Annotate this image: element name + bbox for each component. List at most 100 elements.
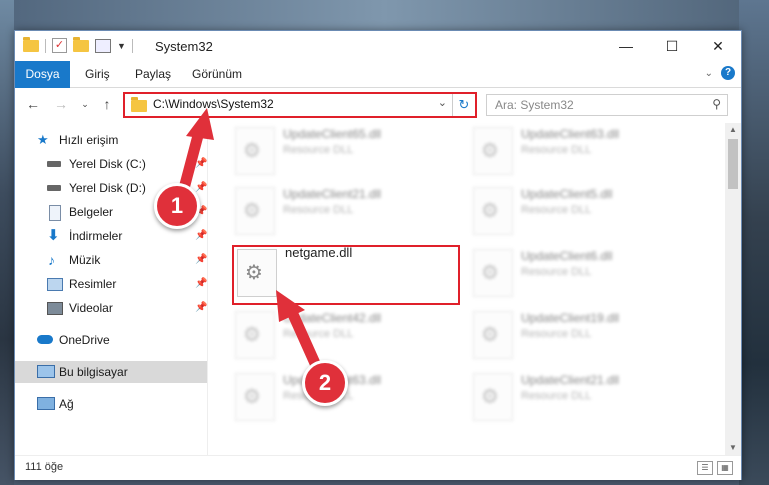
dll-file-icon (473, 187, 513, 235)
sidebar-item-label: Yerel Disk (C:) (69, 157, 146, 171)
maximize-button[interactable]: ☐ (649, 31, 695, 61)
drive-icon (47, 161, 61, 167)
navigation-bar: ← → ⌄ ↑ C:\Windows\System32 ⌄ ↻ Ara: Sys… (15, 88, 741, 120)
file-name: UpdateClient21.dll (283, 187, 382, 201)
sidebar-item-label: Resimler (69, 277, 117, 291)
sidebar-item-label: Ağ (59, 397, 74, 411)
toolbar-separator (131, 38, 133, 53)
help-icon[interactable]: ? (721, 66, 735, 80)
dll-file-icon (473, 249, 513, 297)
desktop-background-top (0, 0, 769, 30)
address-dropdown-chevron-icon[interactable]: ⌄ (438, 96, 447, 109)
address-bar[interactable]: C:\Windows\System32 ⌄ ↻ (123, 92, 477, 118)
rename-icon[interactable] (95, 38, 111, 53)
file-item[interactable]: UpdateClient19.dll Resource DLL (473, 307, 698, 363)
toolbar-separator (45, 38, 46, 53)
file-type: Resource DLL (521, 328, 592, 340)
properties-check-icon[interactable]: ✓ (52, 38, 67, 53)
scroll-down-arrow-icon[interactable]: ▼ (725, 441, 741, 455)
file-highlight-box (232, 245, 460, 305)
file-item[interactable]: UpdateClient63.dll Resource DLL (473, 123, 698, 179)
close-button[interactable]: ✕ (695, 31, 741, 61)
pictures-icon (47, 278, 63, 291)
search-icon[interactable]: ⚲ (712, 97, 721, 111)
sidebar-item-quick-access[interactable]: ★ Hızlı erişim (15, 129, 207, 151)
large-icons-view-icon[interactable]: ▦ (717, 461, 733, 475)
sidebar-item-label: OneDrive (59, 333, 110, 347)
recent-locations-chevron-icon[interactable]: ⌄ (75, 94, 95, 114)
tab-share[interactable]: Paylaş (125, 61, 181, 87)
file-item[interactable]: UpdateClient5.dll Resource DLL (473, 183, 698, 239)
desktop-background-right (739, 0, 769, 485)
dll-file-icon (473, 127, 513, 175)
scroll-thumb[interactable] (728, 139, 738, 189)
new-folder-icon[interactable] (73, 36, 89, 52)
forward-button[interactable]: → (51, 94, 71, 114)
sidebar-item-label: Hızlı erişim (59, 133, 119, 147)
file-item[interactable]: UpdateClient65.dll Resource DLL (235, 123, 460, 179)
pin-icon[interactable]: 📌 (195, 297, 207, 319)
sidebar-item-label: Videolar (69, 301, 113, 315)
details-view-icon[interactable]: ☰ (697, 461, 713, 475)
pin-icon[interactable]: 📌 (195, 273, 207, 295)
pin-icon[interactable]: 📌 (195, 153, 207, 175)
item-count: 111 öğe (25, 461, 64, 473)
scroll-up-arrow-icon[interactable]: ▲ (725, 123, 741, 137)
customize-toolbar-chevron-icon[interactable]: ▼ (117, 41, 126, 51)
vertical-scrollbar[interactable]: ▲ ▼ (725, 123, 741, 455)
dll-file-icon (235, 187, 275, 235)
drive-icon (47, 185, 61, 191)
file-name: UpdateClient19.dll (521, 311, 620, 325)
file-type: Resource DLL (521, 144, 592, 156)
sidebar-item-onedrive[interactable]: OneDrive (15, 329, 207, 351)
star-icon: ★ (37, 132, 49, 147)
ribbon-right-controls: ⌄ ? (705, 66, 735, 80)
sidebar-item-label: Yerel Disk (D:) (69, 181, 146, 195)
file-item[interactable]: UpdateClient6.dll Resource DLL (473, 245, 698, 301)
cloud-icon (37, 335, 53, 344)
minimize-button[interactable]: — (603, 31, 649, 61)
sidebar-item-label: Müzik (69, 253, 101, 267)
refresh-icon[interactable]: ↻ (452, 94, 475, 116)
sidebar-item-label: İndirmeler (69, 229, 123, 243)
file-type: Resource DLL (521, 390, 592, 402)
file-type: Resource DLL (521, 204, 592, 216)
file-item[interactable]: UpdateClient42.dll Resource DLL (235, 307, 460, 363)
file-item[interactable]: UpdateClient21.dll Resource DLL (235, 183, 460, 239)
file-name: UpdateClient6.dll (521, 249, 613, 263)
sidebar-item-pictures[interactable]: Resimler 📌 (15, 273, 207, 295)
document-icon (49, 205, 61, 221)
address-path[interactable]: C:\Windows\System32 (153, 97, 274, 111)
navigation-pane: ★ Hızlı erişim Yerel Disk (C:) 📌 Yerel D… (15, 125, 208, 455)
dll-file-icon (235, 373, 275, 421)
pin-icon[interactable]: 📌 (195, 249, 207, 271)
pin-icon[interactable]: 📌 (195, 225, 207, 247)
sidebar-item-local-disk-c[interactable]: Yerel Disk (C:) 📌 (15, 153, 207, 175)
up-button[interactable]: ↑ (97, 94, 117, 114)
sidebar-item-this-pc[interactable]: Bu bilgisayar (15, 361, 207, 383)
view-toggle: ☰ ▦ (697, 461, 733, 475)
search-box[interactable]: Ara: System32 ⚲ (486, 94, 728, 116)
desktop-background-left (0, 0, 14, 485)
music-icon: ♪ (48, 252, 55, 268)
step-1-badge: 1 (154, 183, 200, 229)
sidebar-item-network[interactable]: Ağ (15, 393, 207, 415)
download-icon: ⬇ (47, 227, 60, 244)
tab-view[interactable]: Görünüm (182, 61, 252, 87)
file-type: Resource DLL (283, 204, 354, 216)
window-title: System32 (155, 39, 213, 54)
folder-icon (131, 97, 147, 112)
tab-home[interactable]: Giriş (75, 61, 120, 87)
sidebar-item-music[interactable]: ♪ Müzik 📌 (15, 249, 207, 271)
file-name: UpdateClient65.dll (283, 127, 382, 141)
expand-ribbon-chevron-icon[interactable]: ⌄ (705, 68, 713, 79)
file-type: Resource DLL (283, 328, 354, 340)
sidebar-item-videos[interactable]: Videolar 📌 (15, 297, 207, 319)
back-button[interactable]: ← (23, 94, 43, 114)
computer-icon (37, 365, 55, 378)
network-icon (37, 397, 55, 410)
sidebar-item-label: Belgeler (69, 205, 114, 219)
search-input[interactable]: Ara: System32 (495, 98, 574, 112)
folder-icon[interactable] (23, 36, 39, 52)
file-item[interactable]: UpdateClient21.dll Resource DLL (473, 369, 698, 425)
